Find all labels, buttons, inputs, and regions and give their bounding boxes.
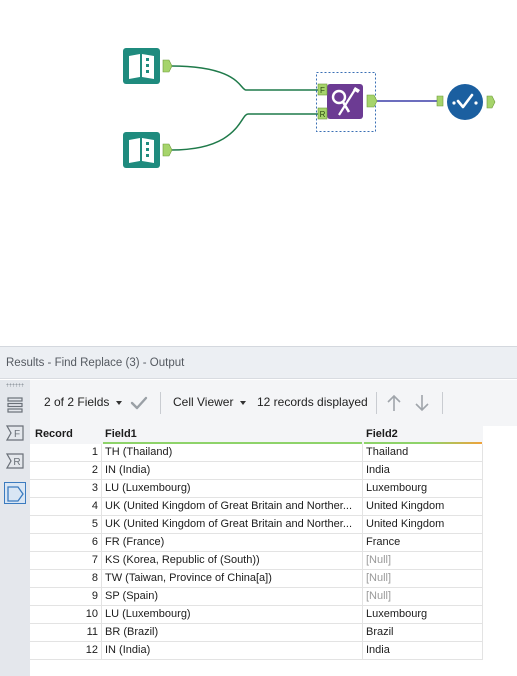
- record-cell[interactable]: 9: [30, 588, 102, 606]
- table-row[interactable]: 7 KS (Korea, Republic of (South)) [Null]: [30, 552, 483, 570]
- input-anchor-browse[interactable]: [436, 95, 444, 107]
- field2-cell[interactable]: United Kingdom: [363, 516, 483, 534]
- fields-dropdown[interactable]: 2 of 2 Fields: [44, 395, 109, 409]
- svg-text:F: F: [14, 429, 20, 440]
- results-grid: Record Field1 Field2 1 TH (Thailand) Thail…: [30, 426, 483, 660]
- toolbar-divider: [376, 392, 377, 414]
- field2-cell[interactable]: Thailand: [363, 444, 483, 462]
- grid-body: 1 TH (Thailand) Thailand 2 IN (India) India 3 L…: [30, 444, 483, 660]
- table-row[interactable]: 6 FR (France) France: [30, 534, 483, 552]
- record-cell[interactable]: 5: [30, 516, 102, 534]
- record-cell[interactable]: 12: [30, 642, 102, 660]
- field2-cell[interactable]: [Null]: [363, 552, 483, 570]
- field1-cell[interactable]: LU (Luxembourg): [102, 606, 363, 624]
- results-side-rail: F R: [0, 380, 30, 676]
- svg-text:R: R: [13, 457, 20, 468]
- field2-cell[interactable]: Brazil: [363, 624, 483, 642]
- chevron-down-icon[interactable]: [116, 401, 122, 405]
- output-anchor-button[interactable]: [4, 482, 26, 504]
- table-row[interactable]: 10 LU (Luxembourg) Luxembourg: [30, 606, 483, 624]
- record-cell[interactable]: 10: [30, 606, 102, 624]
- field1-cell[interactable]: FR (France): [102, 534, 363, 552]
- column-header-record[interactable]: Record: [30, 426, 102, 444]
- output-anchor-input1[interactable]: [162, 59, 173, 73]
- input-anchor-r[interactable]: R: [317, 107, 328, 120]
- arrow-down-icon[interactable]: [413, 393, 431, 413]
- chevron-down-icon[interactable]: [240, 401, 246, 405]
- field1-cell[interactable]: LU (Luxembourg): [102, 480, 363, 498]
- table-row[interactable]: 5 UK (United Kingdom of Great Britain and…: [30, 516, 483, 534]
- field2-cell[interactable]: [Null]: [363, 570, 483, 588]
- output-anchor-browse[interactable]: [486, 95, 496, 109]
- record-cell[interactable]: 11: [30, 624, 102, 642]
- table-row[interactable]: 9 SP (Spain) [Null]: [30, 588, 483, 606]
- field1-cell[interactable]: TH (Thailand): [102, 444, 363, 462]
- input-r-anchor-button[interactable]: R: [4, 450, 26, 472]
- input-f-anchor-button[interactable]: F: [4, 422, 26, 444]
- grid-header: Record Field1 Field2: [30, 426, 483, 444]
- field1-cell[interactable]: IN (India): [102, 462, 363, 480]
- record-cell[interactable]: 2: [30, 462, 102, 480]
- field2-cell[interactable]: United Kingdom: [363, 498, 483, 516]
- find-replace-tool[interactable]: F R: [316, 72, 378, 132]
- field1-cell[interactable]: KS (Korea, Republic of (South)): [102, 552, 363, 570]
- arrow-up-icon[interactable]: [385, 393, 403, 413]
- table-row[interactable]: 8 TW (Taiwan, Province of China[a]) [Null]: [30, 570, 483, 588]
- workflow-diagram: F R: [123, 48, 496, 168]
- connection-input1-to-find[interactable]: [170, 65, 318, 91]
- toolbar-divider: [160, 392, 161, 414]
- toolbar-divider: [442, 392, 443, 414]
- records-displayed-label: 12 records displayed: [257, 395, 368, 409]
- browse-tool[interactable]: [436, 84, 496, 120]
- field1-cell[interactable]: UK (United Kingdom of Great Britain and …: [102, 498, 363, 516]
- input-f-anchor-icon: F: [6, 425, 24, 441]
- record-cell[interactable]: 3: [30, 480, 102, 498]
- connection-input2-to-find[interactable]: [170, 113, 318, 151]
- record-cell[interactable]: 1: [30, 444, 102, 462]
- field1-cell[interactable]: UK (United Kingdom of Great Britain and …: [102, 516, 363, 534]
- field1-cell[interactable]: BR (Brazil): [102, 624, 363, 642]
- field2-cell[interactable]: France: [363, 534, 483, 552]
- table-row[interactable]: 4 UK (United Kingdom of Great Britain and…: [30, 498, 483, 516]
- results-panel: Results - Find Replace (3) - Output F R: [0, 346, 517, 676]
- field1-cell[interactable]: TW (Taiwan, Province of China[a]): [102, 570, 363, 588]
- record-cell[interactable]: 8: [30, 570, 102, 588]
- table-row[interactable]: 11 BR (Brazil) Brazil: [30, 624, 483, 642]
- field2-cell[interactable]: Luxembourg: [363, 480, 483, 498]
- table-row[interactable]: 12 IN (India) India: [30, 642, 483, 660]
- output-anchor-input2[interactable]: [162, 143, 173, 157]
- field2-cell[interactable]: India: [363, 462, 483, 480]
- field1-cell[interactable]: IN (India): [102, 642, 363, 660]
- field2-cell[interactable]: India: [363, 642, 483, 660]
- table-row[interactable]: 1 TH (Thailand) Thailand: [30, 444, 483, 462]
- input-data-tool-2[interactable]: [123, 132, 173, 168]
- results-title: Results - Find Replace (3) - Output: [0, 346, 517, 379]
- apply-check-icon[interactable]: [130, 394, 148, 412]
- svg-text:R: R: [320, 110, 326, 119]
- field1-cell[interactable]: SP (Spain): [102, 588, 363, 606]
- input-r-anchor-icon: R: [6, 453, 24, 469]
- svg-text:F: F: [320, 86, 325, 95]
- cell-viewer-dropdown[interactable]: Cell Viewer: [173, 395, 233, 409]
- record-cell[interactable]: 4: [30, 498, 102, 516]
- table-view-icon: [7, 397, 23, 413]
- workflow-canvas[interactable]: F R: [0, 0, 517, 345]
- table-row[interactable]: 2 IN (India) India: [30, 462, 483, 480]
- results-toolbar: 2 of 2 Fields Cell Viewer 12 records dis…: [30, 380, 517, 426]
- record-cell[interactable]: 7: [30, 552, 102, 570]
- output-anchor-find[interactable]: [366, 94, 378, 108]
- input-data-tool-1[interactable]: [123, 48, 173, 84]
- field2-cell[interactable]: [Null]: [363, 588, 483, 606]
- field2-cell[interactable]: Luxembourg: [363, 606, 483, 624]
- input-anchor-f[interactable]: F: [317, 83, 328, 96]
- table-row[interactable]: 3 LU (Luxembourg) Luxembourg: [30, 480, 483, 498]
- output-anchor-icon: [7, 486, 24, 502]
- record-cell[interactable]: 6: [30, 534, 102, 552]
- rail-grip[interactable]: [6, 383, 24, 387]
- table-view-button[interactable]: [4, 394, 26, 416]
